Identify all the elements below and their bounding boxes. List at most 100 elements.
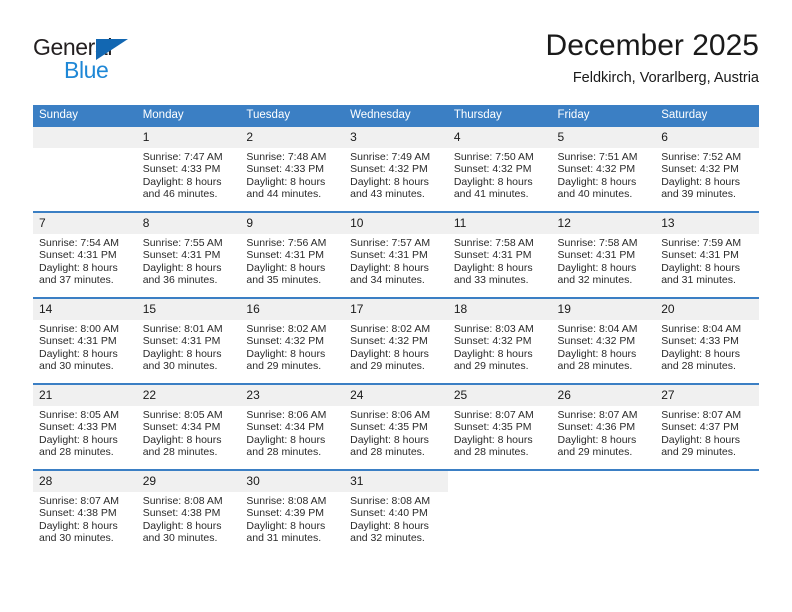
day-sun-info: Sunrise: 8:07 AM Sunset: 4:38 PM Daylight:…	[33, 492, 137, 545]
calendar-day-cell[interactable]: 5 Sunrise: 7:51 AM Sunset: 4:32 PM Daylight…	[551, 125, 656, 212]
day-number: 9	[240, 213, 345, 234]
day-cell-body: 30 Sunrise: 8:08 AM Sunset: 4:39 PM Dayligh…	[240, 471, 345, 555]
calendar-day-cell[interactable]	[33, 125, 137, 212]
day-cell-body: 19 Sunrise: 8:04 AM Sunset: 4:32 PM Dayligh…	[551, 299, 656, 383]
weekday-header-monday: Monday	[136, 105, 241, 126]
daylight-text-line1: Daylight: 8 hours	[557, 175, 637, 188]
day-sun-info: Sunrise: 8:01 AM Sunset: 4:31 PM Daylight:…	[137, 320, 241, 373]
day-number: 11	[447, 213, 552, 234]
day-cell-body: 12 Sunrise: 7:58 AM Sunset: 4:31 PM Dayligh…	[551, 213, 656, 297]
calendar-day-cell[interactable]: 24 Sunrise: 8:06 AM Sunset: 4:35 PM Dayligh…	[344, 383, 448, 470]
calendar-day-cell[interactable]: 2 Sunrise: 7:48 AM Sunset: 4:33 PM Daylight…	[240, 125, 345, 212]
day-sun-info: Sunrise: 7:57 AM Sunset: 4:31 PM Daylight:…	[344, 234, 448, 287]
calendar-day-cell[interactable]: 18 Sunrise: 8:03 AM Sunset: 4:32 PM Dayligh…	[447, 297, 552, 384]
calendar-day-cell[interactable]: 16 Sunrise: 8:02 AM Sunset: 4:32 PM Dayligh…	[240, 297, 345, 384]
daylight-text-line1: Daylight: 8 hours	[39, 433, 118, 446]
sunrise-text: Sunrise: 7:56 AM	[246, 237, 327, 249]
calendar-header-row: Sunday Monday Tuesday Wednesday Thursday Frid…	[33, 105, 759, 126]
sunset-text: Sunset: 4:32 PM	[350, 335, 428, 348]
daylight-text-line2: and 37 minutes.	[39, 274, 114, 287]
calendar-day-cell[interactable]: 12 Sunrise: 7:58 AM Sunset: 4:31 PM Dayligh…	[551, 211, 656, 298]
calendar-day-cell[interactable]: 27 Sunrise: 8:07 AM Sunset: 4:37 PM Dayligh…	[655, 383, 759, 470]
weekday-header-saturday: Saturday	[655, 105, 759, 126]
day-number: 2	[240, 127, 345, 148]
day-cell-body: 22 Sunrise: 8:05 AM Sunset: 4:34 PM Dayligh…	[136, 385, 241, 469]
daylight-text-line1: Daylight: 8 hours	[350, 347, 429, 360]
day-number: 14	[33, 299, 137, 320]
calendar-day-cell[interactable]: 21 Sunrise: 8:05 AM Sunset: 4:33 PM Dayligh…	[33, 383, 137, 470]
daylight-text-line1: Daylight: 8 hours	[142, 433, 222, 446]
calendar-day-cell[interactable]: 26 Sunrise: 8:07 AM Sunset: 4:36 PM Dayligh…	[551, 383, 656, 470]
calendar-day-cell[interactable]: 6 Sunrise: 7:52 AM Sunset: 4:32 PM Daylight…	[655, 125, 759, 212]
daylight-text-line2: and 28 minutes.	[142, 446, 218, 459]
daylight-text-line2: and 28 minutes.	[661, 360, 736, 373]
day-sun-info: Sunrise: 8:03 AM Sunset: 4:32 PM Daylight:…	[448, 320, 552, 373]
day-sun-info: Sunrise: 7:48 AM Sunset: 4:33 PM Daylight:…	[240, 148, 344, 201]
day-cell-body: 5 Sunrise: 7:51 AM Sunset: 4:32 PM Daylight…	[551, 127, 656, 211]
calendar-day-cell[interactable]: 30 Sunrise: 8:08 AM Sunset: 4:39 PM Dayligh…	[240, 469, 345, 555]
daylight-text-line2: and 36 minutes.	[142, 274, 218, 287]
day-sun-info: Sunrise: 8:06 AM Sunset: 4:34 PM Daylight:…	[240, 406, 344, 459]
calendar-day-cell[interactable]: 25 Sunrise: 8:07 AM Sunset: 4:35 PM Dayligh…	[447, 383, 552, 470]
calendar-day-cell[interactable]: 11 Sunrise: 7:58 AM Sunset: 4:31 PM Dayligh…	[447, 211, 552, 298]
day-number: 5	[551, 127, 656, 148]
daylight-text-line1: Daylight: 8 hours	[350, 175, 429, 188]
daylight-text-line2: and 35 minutes.	[246, 274, 322, 287]
sunset-text: Sunset: 4:32 PM	[661, 163, 739, 176]
daylight-text-line2: and 28 minutes.	[39, 446, 114, 459]
daylight-text-line2: and 29 minutes.	[661, 446, 736, 459]
day-sun-info: Sunrise: 7:55 AM Sunset: 4:31 PM Daylight:…	[137, 234, 241, 287]
daylight-text-line1: Daylight: 8 hours	[661, 261, 741, 274]
daylight-text-line2: and 30 minutes.	[142, 360, 218, 373]
calendar-day-cell[interactable]: 17 Sunrise: 8:02 AM Sunset: 4:32 PM Dayligh…	[344, 297, 448, 384]
calendar-day-cell[interactable]: 29 Sunrise: 8:08 AM Sunset: 4:38 PM Dayligh…	[136, 469, 241, 555]
daylight-text-line1: Daylight: 8 hours	[453, 261, 533, 274]
day-cell-body: 1 Sunrise: 7:47 AM Sunset: 4:33 PM Daylight…	[136, 127, 241, 211]
sunrise-text: Sunrise: 8:06 AM	[350, 409, 431, 421]
general-blue-logo[interactable]: General Blue	[33, 34, 153, 86]
day-sun-info: Sunrise: 7:56 AM Sunset: 4:31 PM Daylight:…	[240, 234, 344, 287]
calendar-week-row: 28 Sunrise: 8:07 AM Sunset: 4:38 PM Dayligh…	[33, 469, 759, 555]
calendar-day-cell[interactable]: 22 Sunrise: 8:05 AM Sunset: 4:34 PM Dayligh…	[136, 383, 241, 470]
calendar-day-cell[interactable]: 10 Sunrise: 7:57 AM Sunset: 4:31 PM Dayligh…	[344, 211, 448, 298]
day-cell-body: 14 Sunrise: 8:00 AM Sunset: 4:31 PM Dayligh…	[33, 299, 137, 383]
day-sun-info: Sunrise: 8:00 AM Sunset: 4:31 PM Daylight:…	[33, 320, 137, 373]
day-cell-body: 16 Sunrise: 8:02 AM Sunset: 4:32 PM Dayligh…	[240, 299, 345, 383]
calendar-day-cell[interactable]: 13 Sunrise: 7:59 AM Sunset: 4:31 PM Dayligh…	[655, 211, 759, 298]
calendar-day-cell[interactable]: 4 Sunrise: 7:50 AM Sunset: 4:32 PM Daylight…	[447, 125, 552, 212]
calendar-day-cell[interactable]: 3 Sunrise: 7:49 AM Sunset: 4:32 PM Daylight…	[344, 125, 448, 212]
sunset-text: Sunset: 4:35 PM	[453, 421, 532, 434]
day-cell-body: 18 Sunrise: 8:03 AM Sunset: 4:32 PM Dayligh…	[447, 299, 552, 383]
sunrise-text: Sunrise: 7:55 AM	[142, 237, 223, 249]
calendar-day-cell[interactable]: 31 Sunrise: 8:08 AM Sunset: 4:40 PM Dayligh…	[344, 469, 448, 555]
day-sun-info: Sunrise: 7:52 AM Sunset: 4:32 PM Daylight:…	[655, 148, 759, 201]
calendar-day-cell[interactable]: 1 Sunrise: 7:47 AM Sunset: 4:33 PM Daylight…	[136, 125, 241, 212]
calendar-day-cell[interactable]: 23 Sunrise: 8:06 AM Sunset: 4:34 PM Dayligh…	[240, 383, 345, 470]
day-number: 27	[655, 385, 759, 406]
day-sun-info: Sunrise: 8:05 AM Sunset: 4:33 PM Daylight:…	[33, 406, 137, 459]
day-cell-body: 3 Sunrise: 7:49 AM Sunset: 4:32 PM Daylight…	[344, 127, 448, 211]
daylight-text-line1: Daylight: 8 hours	[246, 261, 326, 274]
day-number: 6	[655, 127, 759, 148]
calendar-day-cell[interactable]: 7 Sunrise: 7:54 AM Sunset: 4:31 PM Daylight…	[33, 211, 137, 298]
calendar-day-cell[interactable]: 20 Sunrise: 8:04 AM Sunset: 4:33 PM Dayligh…	[655, 297, 759, 384]
calendar-day-cell[interactable]: 14 Sunrise: 8:00 AM Sunset: 4:31 PM Dayligh…	[33, 297, 137, 384]
daylight-text-line2: and 29 minutes.	[453, 360, 529, 373]
sunset-text: Sunset: 4:38 PM	[142, 507, 221, 520]
calendar-day-cell[interactable]: 8 Sunrise: 7:55 AM Sunset: 4:31 PM Daylight…	[136, 211, 241, 298]
sunset-text: Sunset: 4:32 PM	[557, 335, 636, 348]
calendar-day-cell[interactable]: 19 Sunrise: 8:04 AM Sunset: 4:32 PM Dayligh…	[551, 297, 656, 384]
day-cell-body: 8 Sunrise: 7:55 AM Sunset: 4:31 PM Daylight…	[136, 213, 241, 297]
calendar-day-cell[interactable]: 9 Sunrise: 7:56 AM Sunset: 4:31 PM Daylight…	[240, 211, 345, 298]
daylight-text-line2: and 29 minutes.	[246, 360, 322, 373]
sunrise-text: Sunrise: 8:07 AM	[557, 409, 638, 421]
calendar-day-cell[interactable]: 15 Sunrise: 8:01 AM Sunset: 4:31 PM Dayligh…	[136, 297, 241, 384]
calendar-page: General Blue December 2025 Feldkirch, Vo…	[0, 0, 792, 612]
daylight-text-line1: Daylight: 8 hours	[142, 175, 222, 188]
sunset-text: Sunset: 4:31 PM	[246, 249, 325, 262]
day-sun-info: Sunrise: 8:07 AM Sunset: 4:36 PM Daylight:…	[552, 406, 656, 459]
calendar-day-cell[interactable]: 28 Sunrise: 8:07 AM Sunset: 4:38 PM Dayligh…	[33, 469, 137, 555]
sunrise-text: Sunrise: 7:49 AM	[350, 151, 431, 163]
sunrise-text: Sunrise: 8:06 AM	[246, 409, 327, 421]
sunrise-text: Sunrise: 7:48 AM	[246, 151, 327, 163]
